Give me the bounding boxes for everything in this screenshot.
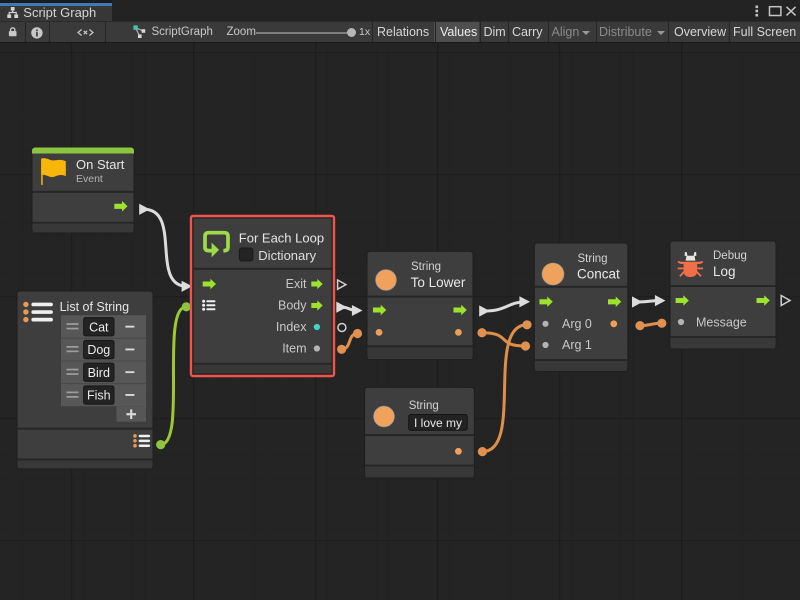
svg-text:Fish: Fish (87, 389, 111, 403)
svg-text:String: String (409, 400, 439, 412)
svg-text:Dictionary: Dictionary (258, 248, 316, 263)
svg-text:For Each Loop: For Each Loop (239, 230, 324, 245)
svg-text:Body: Body (278, 299, 307, 313)
svg-text:String: String (411, 261, 441, 273)
svg-text:String: String (578, 253, 608, 265)
svg-text:To Lower: To Lower (411, 275, 466, 290)
svg-text:Debug: Debug (713, 250, 747, 262)
svg-text:Message: Message (696, 316, 747, 330)
svg-text:Log: Log (713, 264, 736, 279)
svg-text:On Start: On Start (76, 157, 125, 172)
svg-text:I love my: I love my (414, 416, 462, 430)
svg-text:Event: Event (76, 173, 103, 185)
svg-text:Index: Index (276, 320, 307, 334)
svg-text:Exit: Exit (286, 277, 307, 291)
svg-text:Item: Item (282, 342, 306, 356)
svg-text:Cat: Cat (89, 320, 109, 334)
svg-text:Dog: Dog (87, 343, 110, 357)
svg-text:Arg 0: Arg 0 (562, 317, 592, 331)
svg-text:Concat: Concat (577, 267, 620, 282)
svg-text:Bird: Bird (88, 366, 110, 380)
svg-text:Arg 1: Arg 1 (562, 338, 592, 352)
svg-text:List of String: List of String (60, 300, 130, 314)
